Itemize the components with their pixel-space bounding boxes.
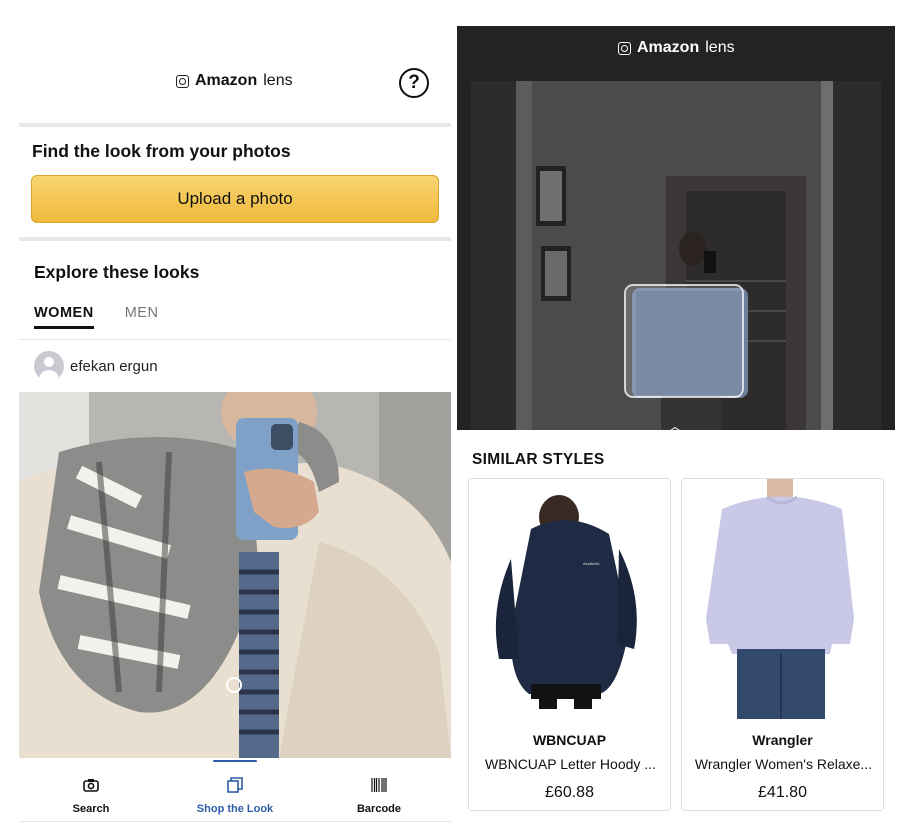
stacked-cards-icon bbox=[180, 776, 290, 794]
brand-name: Amazon bbox=[637, 39, 700, 56]
nav-barcode-label: Barcode bbox=[356, 803, 402, 815]
camera-header: Amazon lens ︿ bbox=[457, 26, 895, 434]
divider bbox=[19, 339, 451, 340]
product-card[interactable]: Aesthetic WBNCUAP WBNCUAP Letter Hoody .… bbox=[468, 478, 671, 811]
find-look-title: Find the look from your photos bbox=[32, 141, 291, 161]
upload-photo-button[interactable]: Upload a photo bbox=[31, 175, 439, 223]
look-photo[interactable] bbox=[19, 392, 451, 758]
product-brand: WBNCUAP bbox=[532, 732, 607, 748]
tab-men[interactable]: MEN bbox=[125, 305, 159, 329]
divider bbox=[19, 123, 451, 127]
lens-icon bbox=[618, 41, 631, 55]
scanned-photo-image bbox=[471, 81, 881, 430]
svg-text:Aesthetic: Aesthetic bbox=[583, 561, 599, 566]
question-circle-icon[interactable]: ? bbox=[399, 68, 429, 98]
nav-search-label: Search bbox=[72, 803, 110, 815]
bottom-nav: Search Shop the Look Barcode bbox=[19, 762, 451, 822]
product-brand: Wrangler bbox=[752, 732, 813, 748]
similar-styles-title: SIMILAR STYLES bbox=[472, 451, 605, 468]
camera-icon bbox=[36, 776, 146, 794]
product-image: Aesthetic bbox=[469, 479, 670, 719]
gender-tabs: WOMEN MEN bbox=[34, 305, 158, 329]
look-photo-image bbox=[19, 392, 451, 758]
left-screen: Amazon lens ? Find the look from your ph… bbox=[19, 0, 451, 834]
title-suffix: lens bbox=[263, 72, 293, 89]
brand-name: Amazon bbox=[195, 72, 258, 89]
product-title[interactable]: WBNCUAP Letter Hoody ... bbox=[477, 756, 664, 772]
nav-search[interactable]: Search bbox=[36, 776, 146, 815]
lens-icon bbox=[176, 74, 189, 88]
right-screen: Amazon lens ︿ SIMILAR STYLES Aesthetic W… bbox=[457, 26, 895, 834]
post-author[interactable]: efekan ergun bbox=[34, 350, 158, 382]
chevron-up-icon[interactable]: ︿ bbox=[668, 416, 682, 436]
explore-title: Explore these looks bbox=[34, 262, 200, 282]
title-suffix: lens bbox=[705, 39, 735, 56]
nav-barcode[interactable]: Barcode bbox=[324, 776, 434, 815]
app-title: Amazon lens bbox=[176, 72, 293, 90]
tab-women[interactable]: WOMEN bbox=[34, 305, 94, 329]
username: efekan ergun bbox=[70, 357, 158, 375]
app-header: Amazon lens ? bbox=[19, 54, 451, 110]
product-card[interactable]: Wrangler Wrangler Women's Relaxe... £41.… bbox=[681, 478, 884, 811]
product-price: £60.88 bbox=[545, 784, 594, 801]
nav-shop-the-look[interactable]: Shop the Look bbox=[180, 776, 290, 815]
barcode-icon bbox=[324, 776, 434, 794]
divider bbox=[19, 821, 451, 822]
product-price: £41.80 bbox=[758, 784, 807, 801]
product-image bbox=[682, 479, 883, 719]
app-title: Amazon lens bbox=[618, 39, 735, 57]
product-title[interactable]: Wrangler Women's Relaxe... bbox=[690, 756, 877, 772]
divider bbox=[19, 237, 451, 241]
scanned-photo[interactable] bbox=[471, 81, 881, 430]
nav-shop-label: Shop the Look bbox=[196, 803, 274, 815]
user-avatar-icon bbox=[34, 351, 64, 381]
